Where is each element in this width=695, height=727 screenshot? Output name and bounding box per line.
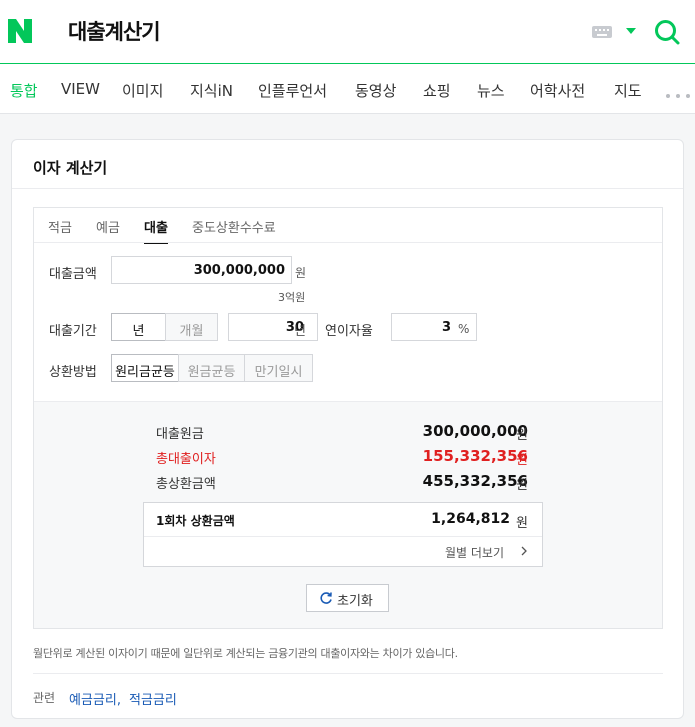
- card-title: 이자 계산기: [33, 159, 108, 177]
- loan-amount-label: 대출금액: [49, 267, 97, 282]
- calculator-panel: 적금 예금 대출 중도상환수수료 대출금액 300,000,000 원 3억원 …: [33, 207, 663, 629]
- repayment-method-label: 상환방법: [49, 365, 97, 380]
- more-icon[interactable]: [666, 94, 670, 98]
- rate-unit: %: [458, 322, 470, 336]
- method-equal-payment[interactable]: 원리금균등: [111, 354, 179, 382]
- tab-news[interactable]: 뉴스: [477, 80, 505, 101]
- naver-logo[interactable]: [8, 19, 32, 43]
- first-payment-box: 1회차 상환금액 1,264,812 원 월별 더보기: [143, 502, 543, 567]
- first-payment-value: 1,264,812: [431, 511, 510, 527]
- related-link-savings-rate[interactable]: 적금금리: [129, 689, 177, 708]
- refresh-icon: [320, 592, 332, 604]
- tab-loan[interactable]: 대출: [144, 217, 168, 244]
- total-repayment-value: 455,332,356: [422, 472, 528, 490]
- chevron-down-icon[interactable]: [626, 28, 636, 34]
- amount-unit: 원: [295, 266, 307, 280]
- search-query[interactable]: 대출계산기: [68, 16, 161, 46]
- related-label: 관련: [33, 691, 56, 705]
- amount-hint: 3억원: [278, 291, 306, 304]
- tab-images[interactable]: 이미지: [122, 80, 163, 101]
- tab-savings[interactable]: 적금: [48, 217, 72, 236]
- tab-all[interactable]: 통합: [10, 80, 38, 101]
- disclaimer-text: 월단위로 계산된 이자이기 때문에 일단위로 계산되는 금융기관의 대출이자와는…: [33, 647, 458, 660]
- search-tabs: 통합 VIEW 이미지 지식iN 인플루언서 동영상 쇼핑 뉴스 어학사전 지도: [0, 64, 695, 114]
- result-panel: 대출원금 300,000,000 원 총대출이자 155,332,356 원 총…: [34, 401, 662, 628]
- total-interest-unit: 원: [516, 453, 528, 468]
- reset-button[interactable]: 초기화: [306, 584, 389, 612]
- tab-prepayment-fee[interactable]: 중도상환수수료: [192, 217, 276, 236]
- tab-shopping[interactable]: 쇼핑: [423, 80, 451, 101]
- divider: [33, 673, 663, 674]
- tab-map[interactable]: 지도: [614, 80, 642, 101]
- keyboard-icon[interactable]: [592, 26, 612, 38]
- principal-label: 대출원금: [156, 427, 204, 442]
- search-icon[interactable]: [654, 19, 680, 45]
- tab-kin[interactable]: 지식iN: [190, 80, 233, 101]
- divider: [144, 536, 542, 537]
- related-link-deposit-rate[interactable]: 예금금리,: [69, 689, 121, 708]
- chevron-right-icon[interactable]: [521, 546, 527, 556]
- total-interest-value: 155,332,356: [422, 447, 528, 465]
- principal-value: 300,000,000: [422, 422, 528, 440]
- monthly-more-link[interactable]: 월별 더보기: [445, 544, 504, 561]
- loan-period-label: 대출기간: [49, 324, 97, 339]
- method-bullet[interactable]: 만기일시: [244, 354, 313, 382]
- tab-influencer[interactable]: 인플루언서: [258, 80, 327, 101]
- method-equal-principal[interactable]: 원금균등: [178, 354, 245, 382]
- reset-label: 초기화: [337, 594, 373, 609]
- divider: [12, 188, 683, 189]
- tab-view[interactable]: VIEW: [61, 80, 100, 98]
- tab-video[interactable]: 동영상: [355, 80, 396, 101]
- first-payment-label: 1회차 상환금액: [156, 514, 235, 528]
- interest-rate-label: 연이자율: [325, 324, 373, 339]
- loan-amount-input[interactable]: 300,000,000: [111, 256, 292, 284]
- header-bar: 대출계산기: [0, 0, 695, 64]
- interest-calculator-card: 이자 계산기 적금 예금 대출 중도상환수수료 대출금액 300,000,000…: [11, 139, 684, 719]
- tab-deposit[interactable]: 예금: [96, 217, 120, 236]
- period-unit: 년: [294, 324, 306, 339]
- principal-unit: 원: [516, 428, 528, 443]
- first-payment-unit: 원: [516, 516, 528, 531]
- tab-dictionary[interactable]: 어학사전: [530, 80, 585, 101]
- period-unit-year[interactable]: 년: [111, 313, 166, 341]
- total-repayment-unit: 원: [516, 478, 528, 493]
- period-unit-month[interactable]: 개월: [165, 313, 218, 341]
- tab-divider: [34, 242, 662, 243]
- total-interest-label: 총대출이자: [156, 452, 216, 467]
- total-repayment-label: 총상환금액: [156, 477, 216, 492]
